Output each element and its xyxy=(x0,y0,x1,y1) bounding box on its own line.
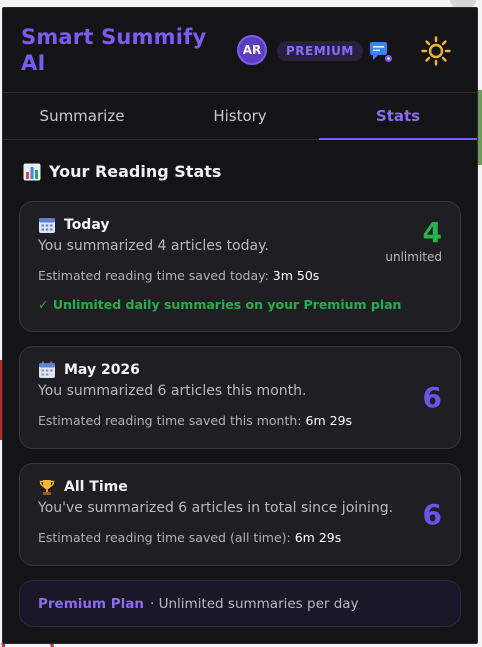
plan-detail: · Unlimited summaries per day xyxy=(150,595,359,612)
stats-title: Your Reading Stats xyxy=(49,162,222,181)
stats-heading: Your Reading Stats xyxy=(23,162,461,181)
today-unlimited-note: ✓ Unlimited daily summaries on your Prem… xyxy=(38,297,402,312)
all-time-time-saved: Estimated reading time saved (all time):… xyxy=(38,530,342,545)
all-time-count: 6 xyxy=(422,498,442,531)
today-time-saved: Estimated reading time saved today: 3m 5… xyxy=(38,268,320,283)
popup-header: Smart Summify AI AR PREMIUM xyxy=(3,8,477,92)
sun-icon[interactable] xyxy=(421,36,451,66)
bar-chart-icon xyxy=(23,163,41,180)
today-description: You summarized 4 articles today. xyxy=(38,238,269,254)
all-time-heading: All Time xyxy=(64,479,128,495)
avatar[interactable]: AR xyxy=(237,35,267,65)
tab-bar: Summarize History Stats xyxy=(3,92,477,140)
calendar-icon xyxy=(39,361,55,378)
all-time-card: All Time You've summarized 6 articles in… xyxy=(19,463,461,566)
today-card: Today You summarized 4 articles today. E… xyxy=(19,201,461,332)
today-count: 4 xyxy=(422,216,442,249)
today-time-value: 3m 50s xyxy=(272,268,320,283)
premium-badge: PREMIUM xyxy=(277,41,363,61)
extension-popup: Smart Summify AI AR PREMIUM Summarize Hi… xyxy=(2,7,478,644)
all-time-description: You've summarized 6 articles in total si… xyxy=(38,500,394,516)
today-heading: Today xyxy=(64,217,110,233)
month-description: You summarized 6 articles this month. xyxy=(38,383,307,399)
month-heading: May 2026 xyxy=(64,362,140,378)
month-card: May 2026 You summarized 6 articles this … xyxy=(19,346,461,449)
month-count: 6 xyxy=(422,381,442,414)
today-limit-label: unlimited xyxy=(385,250,442,264)
plan-banner: Premium Plan · Unlimited summaries per d… xyxy=(19,580,461,627)
tab-history[interactable]: History xyxy=(161,93,319,139)
calendar-icon xyxy=(39,218,55,233)
app-title: Smart Summify AI xyxy=(21,25,207,75)
tab-summarize[interactable]: Summarize xyxy=(3,93,161,139)
chat-bubble-icon[interactable] xyxy=(369,41,393,63)
month-time-saved: Estimated reading time saved this month:… xyxy=(38,413,353,428)
all-time-time-value: 6m 29s xyxy=(294,530,342,545)
tab-stats[interactable]: Stats xyxy=(319,93,477,140)
stats-panel: Your Reading Stats Today You summarized … xyxy=(3,140,477,627)
month-time-value: 6m 29s xyxy=(305,413,353,428)
background-page-fragment xyxy=(478,90,482,165)
trophy-icon xyxy=(39,480,55,495)
plan-name[interactable]: Premium Plan xyxy=(38,596,144,612)
